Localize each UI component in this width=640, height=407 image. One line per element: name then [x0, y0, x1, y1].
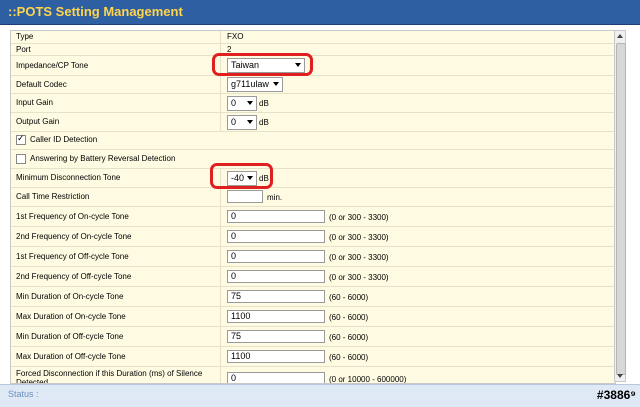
forced-disconnect-input[interactable]: 0 — [227, 372, 325, 383]
row-call-time: Call Time Restriction min. — [11, 187, 615, 207]
input-gain-label: Input Gain — [16, 98, 53, 107]
input-gain-unit: dB — [259, 99, 269, 108]
row-impedance: Impedance/CP Tone Taiwan — [11, 55, 615, 76]
min-disconnect-highlight-circle — [210, 163, 273, 189]
vertical-scrollbar[interactable] — [614, 30, 626, 382]
type-label: Type — [16, 32, 34, 41]
min-on-range: (60 - 6000) — [329, 293, 369, 302]
freq1-off-input[interactable]: 0 — [227, 250, 325, 263]
freq2-off-range: (0 or 300 - 3300) — [329, 273, 389, 282]
freq1-off-label: 1st Frequency of Off-cycle Tone — [16, 252, 129, 261]
max-off-range: (60 - 6000) — [329, 353, 369, 362]
min-off-range: (60 - 6000) — [329, 333, 369, 342]
min-off-label: Min Duration of Off-cycle Tone — [16, 332, 124, 341]
output-gain-value: 0 — [231, 117, 237, 127]
freq2-off-input[interactable]: 0 — [227, 270, 325, 283]
scroll-up-icon[interactable] — [617, 34, 623, 38]
max-off-label: Max Duration of Off-cycle Tone — [16, 352, 126, 361]
codec-select-value: g711ulaw — [231, 79, 269, 89]
min-on-input[interactable]: 75 — [227, 290, 325, 303]
battery-reversal-option[interactable]: Answering by Battery Reversal Detection — [16, 154, 175, 164]
row-min-off: Min Duration of Off-cycle Tone 75 (60 - … — [11, 326, 615, 347]
row-battery-reversal: Answering by Battery Reversal Detection — [11, 149, 615, 169]
row-max-off: Max Duration of Off-cycle Tone 1100 (60 … — [11, 346, 615, 367]
call-time-unit: min. — [267, 193, 283, 202]
scroll-down-icon[interactable] — [617, 374, 623, 378]
output-gain-unit: dB — [259, 118, 269, 127]
row-codec: Default Codec g711ulaw — [11, 75, 615, 94]
freq2-on-input[interactable]: 0 — [227, 230, 325, 243]
max-on-label: Max Duration of On-cycle Tone — [16, 312, 126, 321]
input-gain-select[interactable]: 0 — [227, 96, 257, 111]
codec-label: Default Codec — [16, 80, 67, 89]
status-label: Status : — [8, 389, 39, 399]
impedance-highlight-circle — [212, 53, 313, 76]
call-time-label: Call Time Restriction — [16, 192, 90, 201]
row-output-gain: Output Gain 0 dB — [11, 112, 615, 132]
codec-select[interactable]: g711ulaw — [227, 77, 283, 92]
freq1-on-range: (0 or 300 - 3300) — [329, 213, 389, 222]
chevron-down-icon — [247, 120, 253, 124]
max-on-input[interactable]: 1100 — [227, 310, 325, 323]
freq1-on-input[interactable]: 0 — [227, 210, 325, 223]
chevron-down-icon — [273, 82, 279, 86]
min-disconnect-label: Minimum Disconnection Tone — [16, 173, 121, 182]
row-min-disconnect: Minimum Disconnection Tone -40 dB — [11, 168, 615, 188]
min-off-input[interactable]: 75 — [227, 330, 325, 343]
scroll-thumb[interactable] — [616, 43, 626, 375]
freq1-off-range: (0 or 300 - 3300) — [329, 253, 389, 262]
row-max-on: Max Duration of On-cycle Tone 1100 (60 -… — [11, 306, 615, 327]
forced-disconnect-range: (0 or 10000 - 600000) — [329, 375, 407, 384]
caller-id-option[interactable]: Caller ID Detection — [16, 133, 98, 145]
page-title: ::POTS Setting Management — [8, 4, 183, 19]
max-on-range: (60 - 6000) — [329, 313, 369, 322]
row-input-gain: Input Gain 0 dB — [11, 93, 615, 113]
settings-panel: Type FXO Port 2 Impedance/CP Tone Taiwan… — [10, 30, 616, 384]
row-freq2-off: 2nd Frequency of Off-cycle Tone 0 (0 or … — [11, 266, 615, 287]
freq2-on-label: 2nd Frequency of On-cycle Tone — [16, 232, 132, 241]
title-bar: ::POTS Setting Management — [0, 0, 640, 25]
min-on-label: Min Duration of On-cycle Tone — [16, 292, 124, 301]
row-freq1-off: 1st Frequency of Off-cycle Tone 0 (0 or … — [11, 246, 615, 267]
status-bar: Status : — [0, 384, 640, 407]
row-forced-disconnect: Forced Disconnection if this Duration (m… — [11, 366, 615, 384]
row-caller-id: Caller ID Detection — [11, 131, 615, 150]
row-freq2-on: 2nd Frequency of On-cycle Tone 0 (0 or 3… — [11, 226, 615, 247]
watermark: #3886⁹ — [596, 388, 636, 402]
freq1-on-label: 1st Frequency of On-cycle Tone — [16, 212, 129, 221]
row-min-on: Min Duration of On-cycle Tone 75 (60 - 6… — [11, 286, 615, 307]
chevron-down-icon — [247, 101, 253, 105]
port-label: Port — [16, 45, 31, 54]
freq2-on-range: (0 or 300 - 3300) — [329, 233, 389, 242]
type-value: FXO — [227, 32, 244, 41]
output-gain-select[interactable]: 0 — [227, 115, 257, 130]
output-gain-label: Output Gain — [16, 117, 60, 126]
freq2-off-label: 2nd Frequency of Off-cycle Tone — [16, 272, 132, 281]
max-off-input[interactable]: 1100 — [227, 350, 325, 363]
battery-reversal-label: Answering by Battery Reversal Detection — [30, 154, 176, 164]
forced-disconnect-label: Forced Disconnection if this Duration (m… — [16, 369, 203, 384]
impedance-label: Impedance/CP Tone — [16, 61, 89, 70]
caller-id-label: Caller ID Detection — [30, 135, 98, 145]
battery-reversal-checkbox[interactable] — [16, 154, 26, 164]
row-freq1-on: 1st Frequency of On-cycle Tone 0 (0 or 3… — [11, 206, 615, 227]
input-gain-value: 0 — [231, 98, 237, 108]
call-time-input[interactable] — [227, 190, 263, 203]
caller-id-checkbox[interactable] — [16, 133, 26, 145]
